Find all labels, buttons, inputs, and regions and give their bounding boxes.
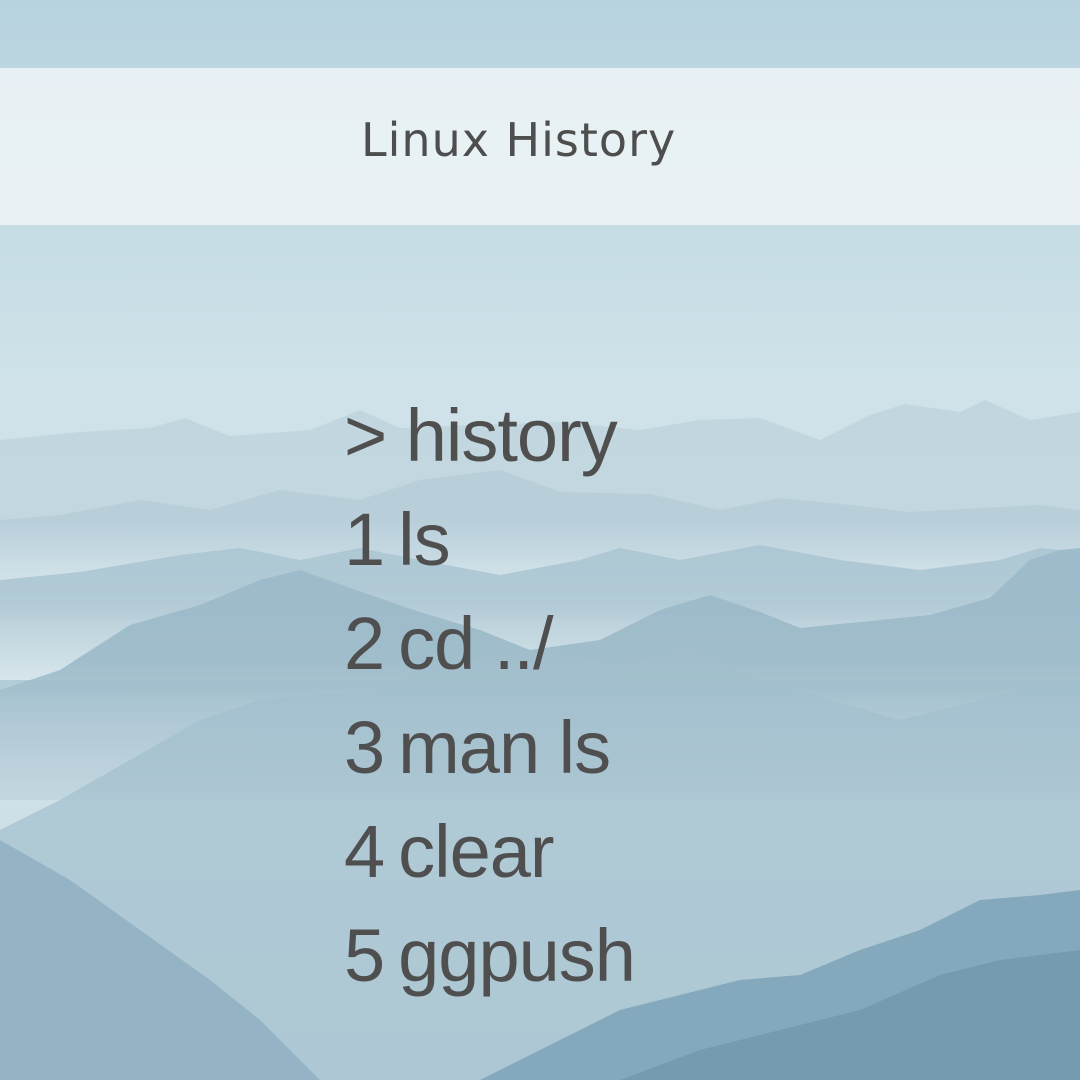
history-entry-command: man ls <box>398 706 611 789</box>
prompt-symbol: > <box>344 394 387 477</box>
history-entry: 3 man ls <box>344 696 635 800</box>
command-history-list: > history 1 ls 2 cd ../ 3 man ls 4 clear 5 gg… <box>344 384 636 1008</box>
history-entry: 4 clear <box>344 800 635 904</box>
prompt-line: > history <box>344 384 635 488</box>
history-entry-command: cd ../ <box>398 602 553 685</box>
history-entry-command: ls <box>398 498 450 581</box>
page-title: Linux History <box>361 113 677 167</box>
history-entry: 1 ls <box>344 488 635 592</box>
history-entry-number: 4 <box>344 810 385 893</box>
history-entry: 5 ggpush <box>344 904 636 1008</box>
history-entry: 2 cd ../ <box>344 592 635 696</box>
history-entry-command: ggpush <box>398 914 636 997</box>
history-entry-number: 5 <box>344 914 385 997</box>
prompt-command: history <box>405 394 618 477</box>
history-entry-number: 2 <box>344 602 385 685</box>
history-entry-number: 1 <box>344 498 385 581</box>
history-entry-command: clear <box>398 810 554 893</box>
history-entry-number: 3 <box>344 706 385 789</box>
